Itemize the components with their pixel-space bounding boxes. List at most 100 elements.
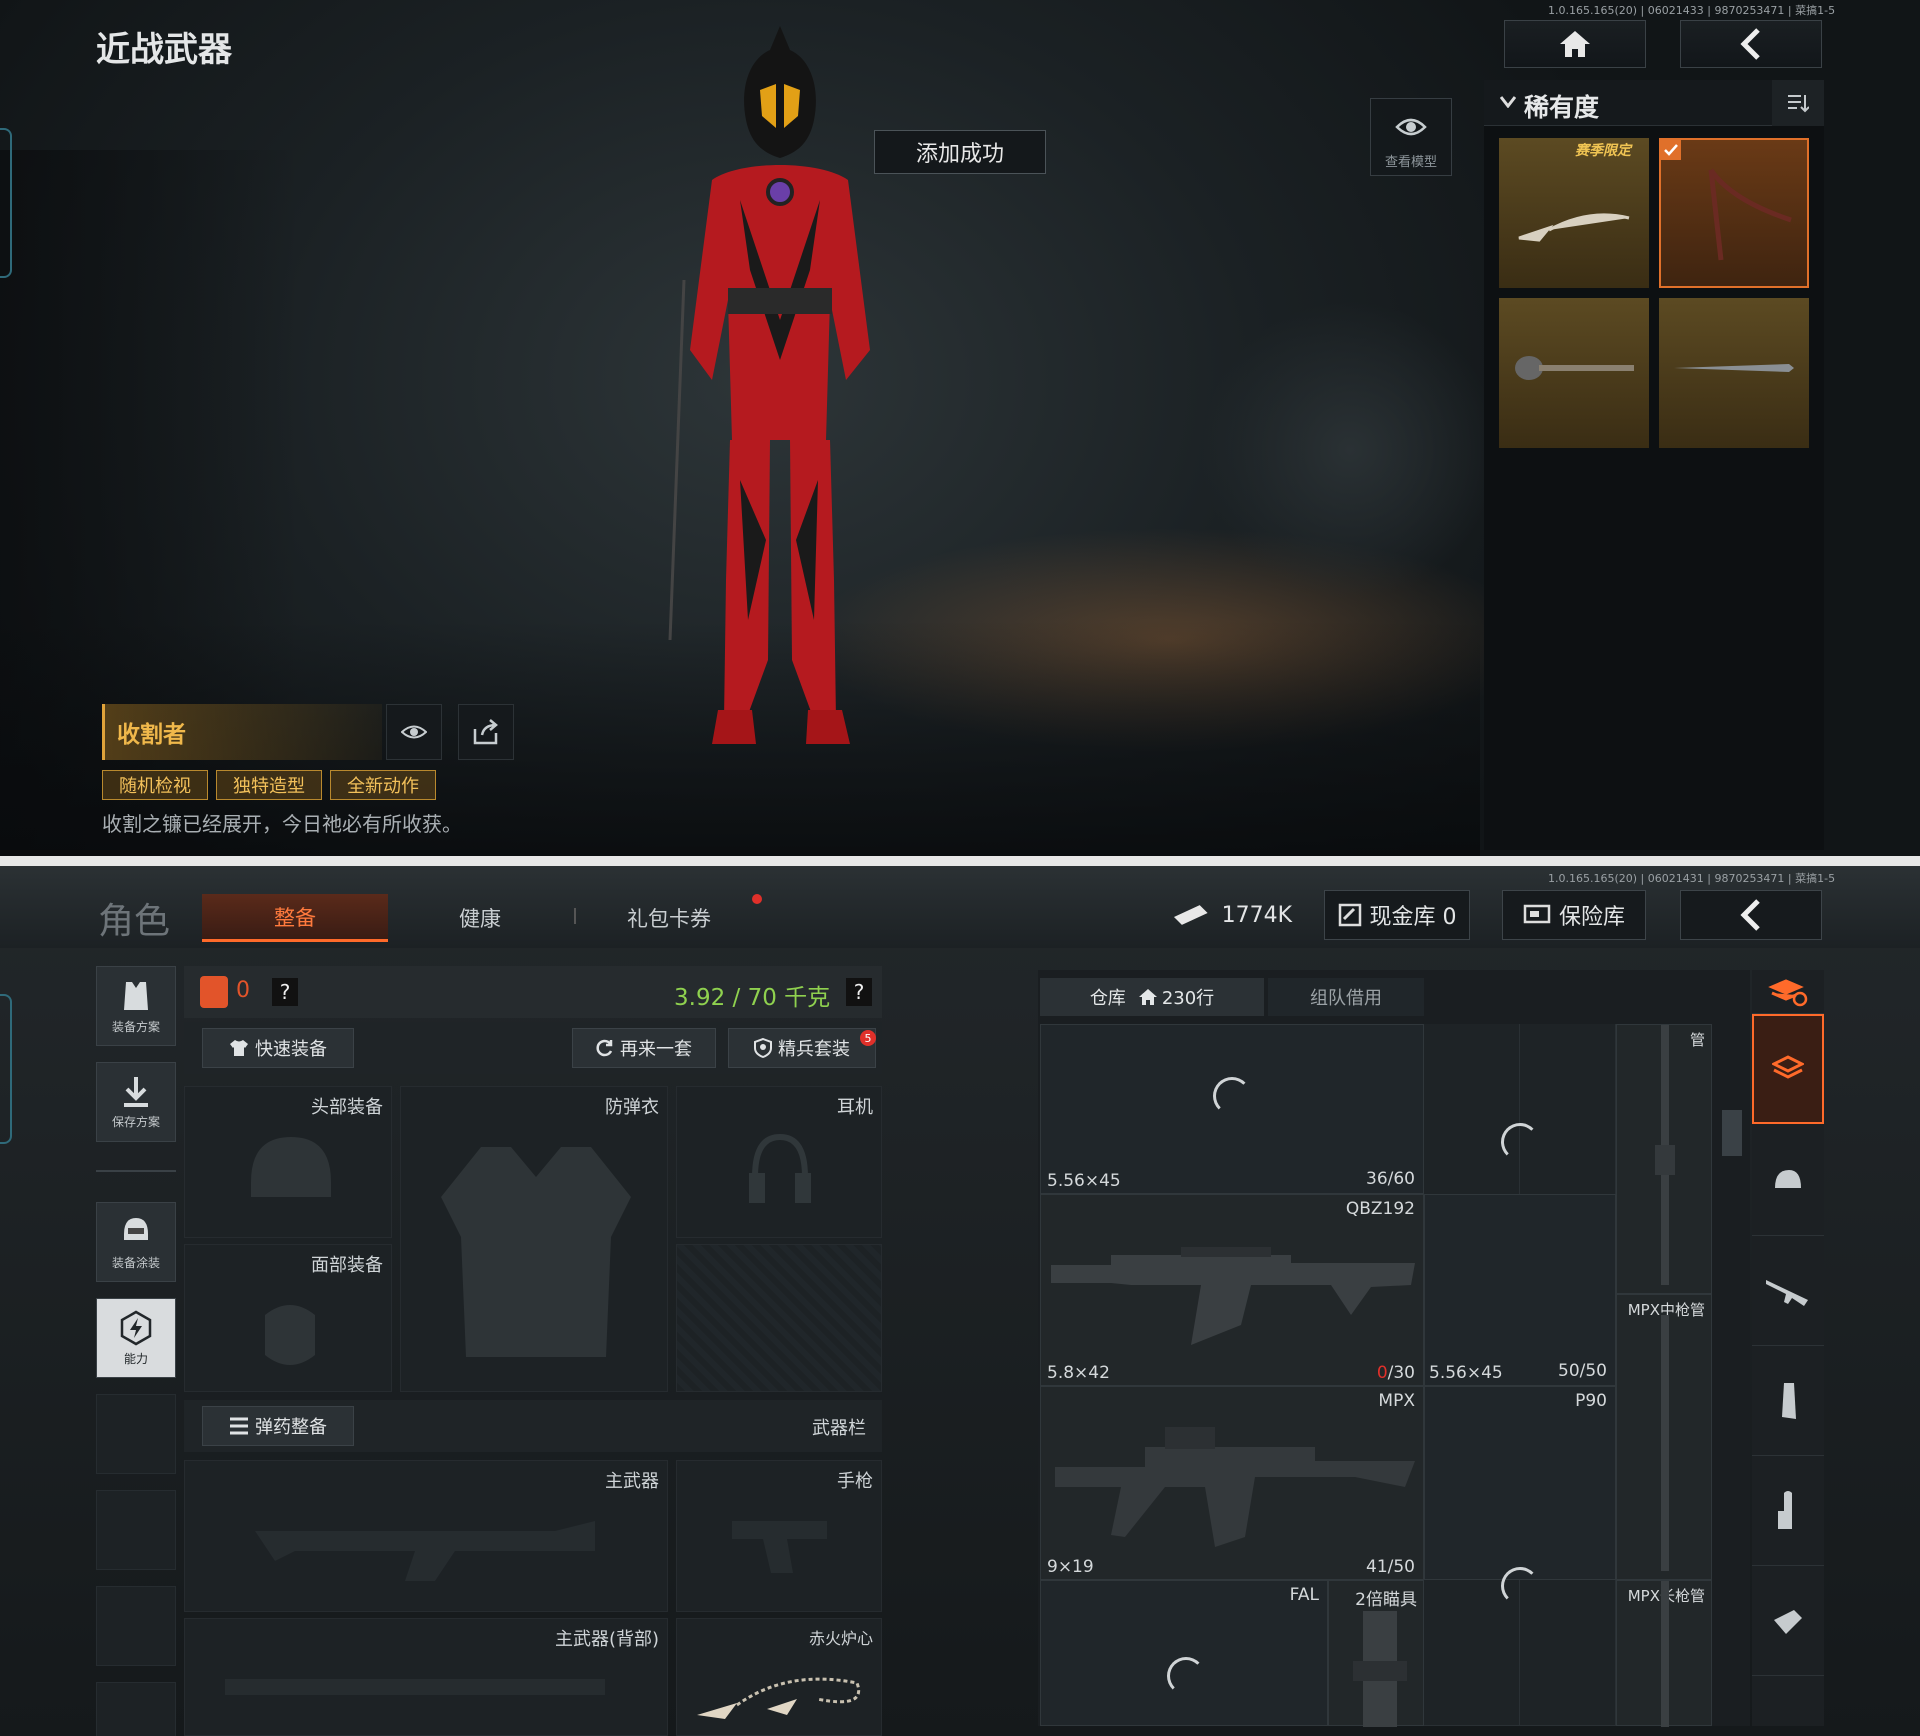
barrel-icon: [1661, 1315, 1669, 1571]
tab-loadout[interactable]: 整备: [202, 894, 388, 942]
armor-help-button[interactable]: ?: [272, 978, 298, 1006]
inventory-item-barrel[interactable]: 管: [1616, 1024, 1712, 1294]
category-sort-button[interactable]: [1752, 970, 1824, 1014]
shield-icon: [754, 1038, 772, 1058]
eye-icon: [1395, 118, 1427, 136]
ammo-caliber: 5.8×42: [1047, 1363, 1110, 1383]
inventory-scrollbar[interactable]: [1718, 1024, 1746, 1726]
limited-badge: 赛季限定: [1575, 143, 1631, 159]
category-attachment[interactable]: [1752, 1566, 1824, 1676]
rarity-item-knives[interactable]: 赛季限定: [1499, 138, 1649, 288]
inventory-item-p90-body[interactable]: P90: [1424, 1386, 1616, 1605]
inventory-item-p90[interactable]: 5.56×45 50/50: [1424, 1123, 1616, 1386]
page-title: 近战武器: [96, 30, 232, 70]
category-rifle[interactable]: [1752, 1236, 1824, 1346]
inventory-item-qbz192[interactable]: QBZ192 5.8×42 0/30: [1040, 1194, 1424, 1386]
scrollbar-thumb[interactable]: [1722, 1110, 1742, 1156]
slot-label: 耳机: [837, 1097, 873, 1118]
ammo-prep-label: 弹药整备: [255, 1417, 327, 1438]
lightning-icon: [120, 1310, 152, 1345]
slot-face[interactable]: 面部装备: [184, 1244, 392, 1392]
ability-button[interactable]: 能力: [96, 1298, 176, 1378]
back-button[interactable]: [1680, 890, 1822, 940]
save-plan-button[interactable]: 保存方案: [96, 1062, 176, 1142]
tab-storage[interactable]: 仓库 230行: [1040, 978, 1264, 1016]
share-icon: [473, 719, 498, 745]
helmet-icon: [124, 1217, 148, 1240]
weapon-name: MPX: [1378, 1391, 1415, 1411]
inventory-item-ammo[interactable]: 5.56×45 36/60: [1040, 1024, 1424, 1194]
tab-health[interactable]: 健康: [410, 894, 550, 942]
chevron-left-icon: [1740, 899, 1760, 931]
item-description: 收割之镰已经展开，今日祂必有所收获。: [102, 812, 462, 836]
view-model-button[interactable]: 查看模型: [1370, 98, 1452, 176]
ammo-icon: [230, 1417, 248, 1435]
slot-primary-back[interactable]: 主武器(背部): [184, 1618, 668, 1736]
side-drawer-handle[interactable]: [0, 994, 12, 1144]
slot-primary-weapon[interactable]: 主武器: [184, 1460, 668, 1612]
weight-help-button[interactable]: ?: [846, 978, 872, 1006]
scope-icon: [1353, 1611, 1407, 1727]
elite-kit-button[interactable]: 精兵套装: [728, 1028, 876, 1068]
knives-icon: [1518, 213, 1630, 242]
tab-team-borrow[interactable]: 组队借用: [1268, 978, 1424, 1016]
shirt-icon: [230, 1040, 248, 1056]
inventory-item-fal[interactable]: FAL: [1040, 1580, 1328, 1726]
share-button[interactable]: [458, 704, 514, 760]
safe-box-button[interactable]: 保险库: [1502, 890, 1646, 940]
inventory-item-mpx[interactable]: MPX 9×19 41/50: [1040, 1386, 1424, 1580]
loading-spinner-icon: [1501, 1567, 1539, 1605]
back-button[interactable]: [1680, 20, 1822, 68]
armor-count: 0: [236, 978, 250, 1003]
slot-label: 主武器(背部): [554, 1629, 659, 1650]
rarity-sort-header[interactable]: 稀有度: [1484, 80, 1824, 126]
home-button[interactable]: [1504, 20, 1646, 68]
quick-equip-button[interactable]: 快速装备: [202, 1028, 354, 1068]
weapon-name: P90: [1575, 1391, 1607, 1411]
loadout-plan-button[interactable]: 装备方案: [96, 966, 176, 1046]
slot-vest[interactable]: 防弹衣: [400, 1086, 668, 1392]
inventory-panel: 仓库 230行 组队借用 5.56×45 36/60 QBZ192 5.8×42…: [1038, 970, 1750, 1727]
knives-icon: [697, 1677, 860, 1719]
inventory-item-scope[interactable]: 2倍瞄具: [1328, 1580, 1424, 1727]
pistol-icon: [732, 1521, 827, 1573]
tab-gift-cards[interactable]: 礼包卡券: [594, 894, 744, 942]
empty-sidebar-slot: [96, 1394, 176, 1474]
category-all[interactable]: [1752, 1014, 1824, 1124]
sidebar-label: 装备方案: [111, 1019, 160, 1034]
ammo-count: 41/50: [1366, 1557, 1415, 1577]
category-helmet[interactable]: [1752, 1126, 1824, 1236]
ammo-caliber: 5.56×45: [1429, 1363, 1503, 1383]
vest-icon: [441, 1147, 631, 1357]
rarity-item-blade[interactable]: [1659, 298, 1809, 448]
cash-vault-label: 现金库 0: [1369, 905, 1457, 930]
bullet-icon: [1778, 1490, 1792, 1529]
scythe-icon: [1708, 168, 1792, 261]
sidebar-label: 装备涂装: [111, 1255, 160, 1270]
slot-head[interactable]: 头部装备: [184, 1086, 392, 1238]
sidebar-label: 保存方案: [111, 1114, 160, 1129]
equipment-skin-button[interactable]: 装备涂装: [96, 1202, 176, 1282]
cash-vault-button[interactable]: 现金库 0: [1324, 890, 1470, 940]
inventory-item-mpx-mid-barrel[interactable]: MPX中枪管: [1616, 1294, 1712, 1580]
slot-melee[interactable]: 赤火炉心: [676, 1618, 882, 1736]
inventory-item-mpx-long-barrel[interactable]: MPX长枪管: [1616, 1580, 1712, 1727]
tab-divider: [574, 908, 576, 924]
category-magazine[interactable]: [1752, 1346, 1824, 1456]
ammo-prep-button[interactable]: 弹药整备: [202, 1406, 354, 1446]
rarity-item-shovel[interactable]: [1499, 298, 1649, 448]
layers-refresh-icon: [1768, 978, 1808, 1006]
skin-preview-screen: 近战武器 1.0.165.165(20) | 06021433 | 987025…: [0, 0, 1920, 856]
slot-pistol[interactable]: 手枪: [676, 1460, 882, 1612]
equip-again-button[interactable]: 再来一套: [572, 1028, 716, 1068]
inspect-button[interactable]: [386, 704, 442, 760]
slot-earpiece[interactable]: 耳机: [676, 1086, 882, 1238]
sort-button[interactable]: [1772, 80, 1824, 126]
slot-label: 面部装备: [311, 1255, 383, 1276]
blade-icon: [1674, 364, 1794, 372]
side-drawer-handle[interactable]: [0, 128, 12, 278]
attachment-name: 2倍瞄具: [1355, 1590, 1417, 1610]
rarity-item-scythe-selected[interactable]: [1659, 138, 1809, 288]
category-ammo[interactable]: [1752, 1456, 1824, 1566]
loadout-screen: 1.0.165.165(20) | 06021431 | 9870253471 …: [0, 866, 1920, 1736]
